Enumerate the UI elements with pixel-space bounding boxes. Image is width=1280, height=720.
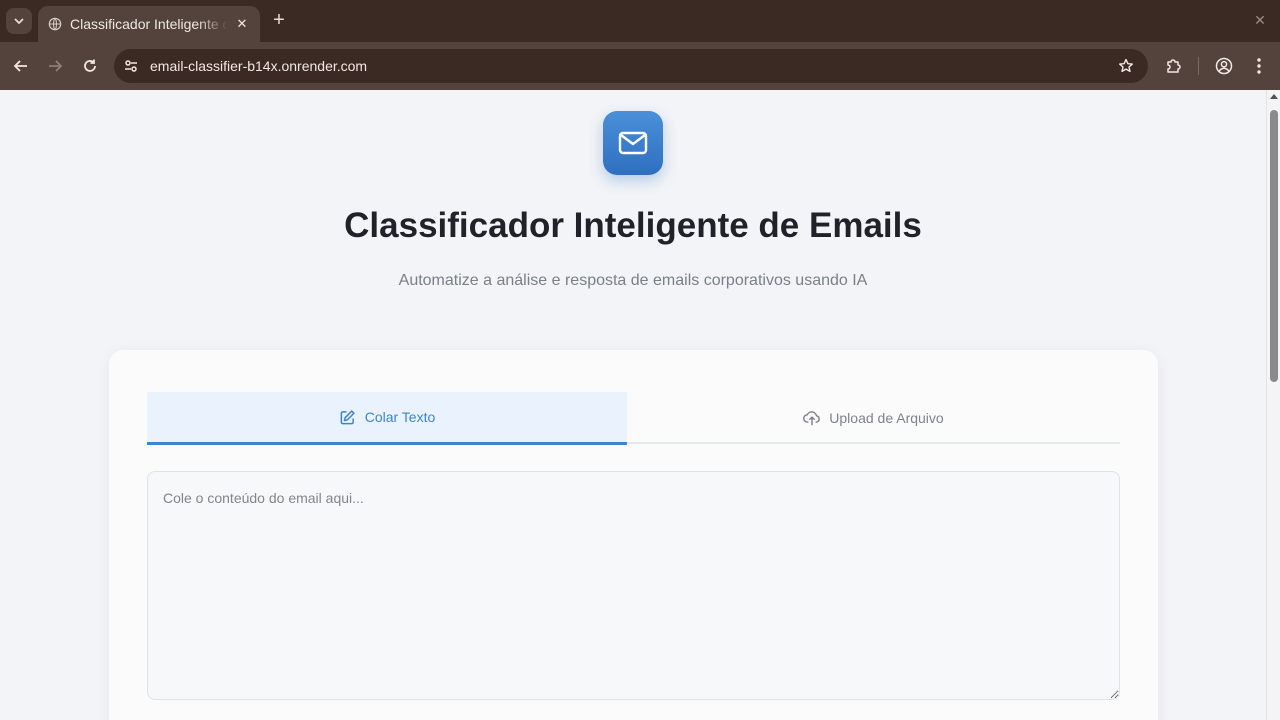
- mail-icon: [618, 131, 648, 155]
- toolbar-divider: [1198, 57, 1199, 75]
- scrollbar-thumb[interactable]: [1270, 110, 1278, 382]
- window-close-icon[interactable]: ✕: [1250, 10, 1270, 30]
- arrow-right-icon: [49, 60, 63, 72]
- globe-icon: [48, 17, 62, 31]
- more-vertical-icon: [1257, 58, 1261, 74]
- upload-cloud-icon: [803, 409, 821, 427]
- page-viewport: Classificador Inteligente de Emails Auto…: [0, 90, 1266, 720]
- address-bar[interactable]: email-classifier-b14x.onrender.com: [114, 49, 1148, 83]
- input-mode-tabs: Colar Texto Upload de Arquivo: [147, 392, 1120, 445]
- url-text[interactable]: email-classifier-b14x.onrender.com: [150, 58, 1114, 74]
- classifier-card: Colar Texto Upload de Arquivo: [109, 350, 1158, 720]
- reload-button[interactable]: [78, 54, 102, 78]
- page-subtitle: Automatize a análise e resposta de email…: [398, 272, 868, 289]
- scroll-up-arrow-icon[interactable]: [1270, 94, 1278, 99]
- close-tab-icon[interactable]: ✕: [234, 16, 250, 32]
- browser-toolbar: email-classifier-b14x.onrender.com: [0, 42, 1280, 90]
- back-button[interactable]: [9, 54, 33, 78]
- forward-button[interactable]: [43, 54, 67, 78]
- tab-paste-text[interactable]: Colar Texto: [147, 392, 627, 445]
- tab-upload-file[interactable]: Upload de Arquivo: [627, 392, 1120, 444]
- edit-icon: [339, 408, 357, 426]
- extensions-button[interactable]: [1162, 54, 1186, 78]
- menu-button[interactable]: [1247, 54, 1271, 78]
- new-tab-button[interactable]: +: [268, 9, 290, 31]
- puzzle-icon: [1167, 59, 1181, 73]
- bookmark-star-icon[interactable]: [1114, 54, 1138, 78]
- app-logo: [603, 111, 663, 175]
- arrow-left-icon: [13, 60, 27, 72]
- browser-tab-strip: Classificador Inteligente de Emails ✕ + …: [0, 0, 1280, 42]
- tab-title: Classificador Inteligente de Emails: [70, 16, 228, 32]
- page-title: Classificador Inteligente de Emails: [344, 206, 922, 245]
- page-scrollbar[interactable]: [1266, 90, 1280, 720]
- tab-paste-text-label: Colar Texto: [364, 409, 436, 425]
- site-settings-icon[interactable]: [118, 53, 144, 79]
- email-content-input[interactable]: [147, 471, 1120, 700]
- tab-search-button[interactable]: [6, 8, 32, 34]
- chevron-down-icon: [14, 18, 24, 25]
- reload-icon: [84, 59, 96, 72]
- browser-tab[interactable]: Classificador Inteligente de Emails ✕: [38, 6, 260, 42]
- tab-upload-file-label: Upload de Arquivo: [829, 410, 944, 426]
- profile-icon: [1215, 57, 1233, 75]
- profile-button[interactable]: [1212, 54, 1236, 78]
